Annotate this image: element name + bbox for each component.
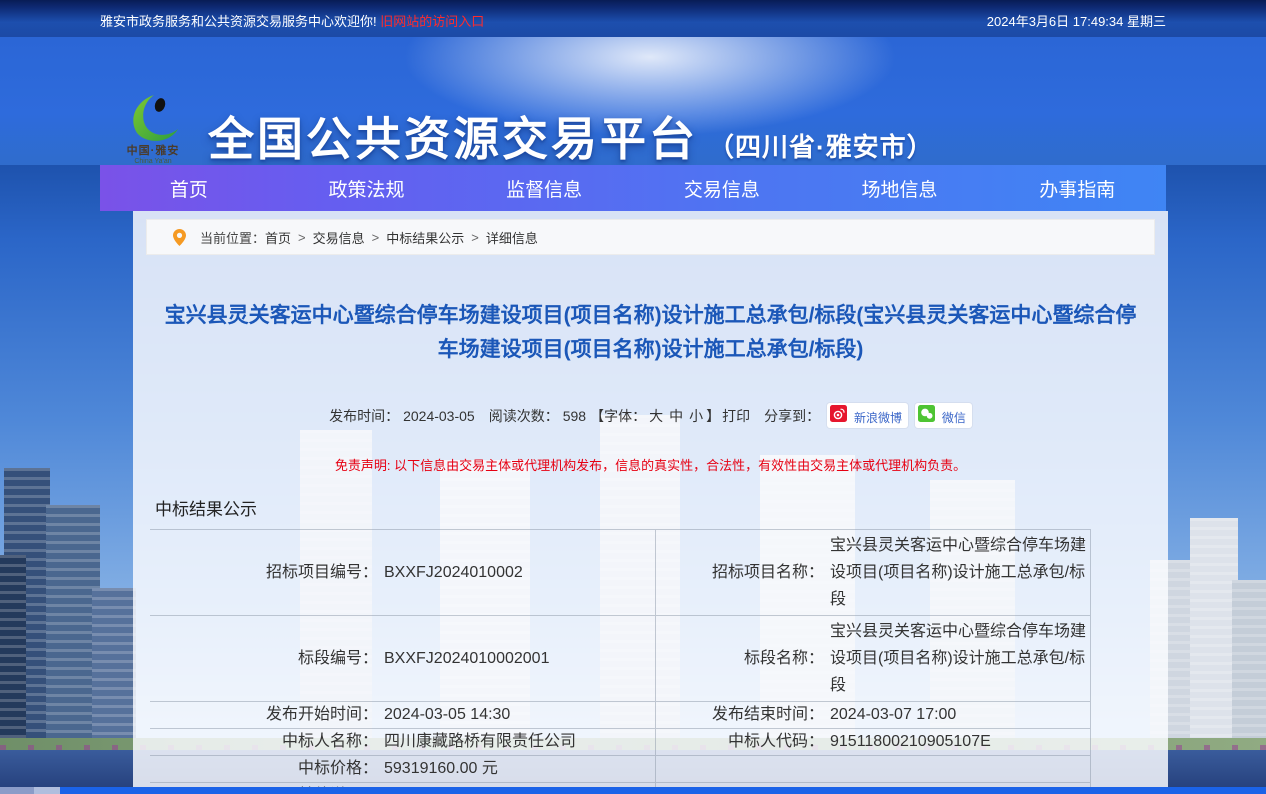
table-row: 发布开始时间： 2024-03-05 14:30 发布结束时间： 2024-03… <box>150 702 1090 729</box>
datetime-text: 2024年3月6日 17:49:34 星期三 <box>987 11 1166 30</box>
logo-subtext: China Ya'an <box>110 157 196 165</box>
breadcrumb-home[interactable]: 首页 <box>265 228 291 247</box>
old-site-link[interactable]: 旧网站的访问入口 <box>380 14 484 29</box>
top-bar: 雅安市政务服务和公共资源交易服务中心欢迎你! 旧网站的访问入口 2024年3月6… <box>0 0 1266 37</box>
nav-item-venue-info[interactable]: 场地信息 <box>811 165 989 211</box>
table-row: 中标人名称： 四川康藏路桥有限责任公司 中标人代码： 9151180021090… <box>150 729 1090 756</box>
weibo-label: 新浪微博 <box>854 409 902 426</box>
article-title: 宝兴县灵关客运中心暨综合停车场建设项目(项目名称)设计施工总承包/标段(宝兴县灵… <box>156 299 1146 367</box>
article-meta: 发布时间： 2024-03-05 阅读次数： 598 【字体： 大 中 小 】 … <box>133 403 1168 428</box>
table-row: 中标价格： 59319160.00 元 <box>150 756 1090 783</box>
breadcrumb-trade-info[interactable]: 交易信息 <box>313 228 365 247</box>
site-title: 全国公共资源交易平台 <box>208 103 698 165</box>
field-value: 宝兴县灵关客运中心暨综合停车场建设项目(项目名称)设计施工总承包/标段 <box>824 532 1090 613</box>
views-value: 598 <box>563 408 586 424</box>
breadcrumb-detail: 详细信息 <box>486 228 538 247</box>
field-value: 91511800210905107E <box>824 729 1090 755</box>
views-label: 阅读次数： <box>489 406 559 426</box>
field-value: BXXFJ2024010002001 <box>378 645 655 672</box>
breadcrumb-prefix: 当前位置： <box>200 228 265 247</box>
wechat-icon <box>918 405 935 422</box>
site-banner: 中国·雅安 China Ya'an 全国公共资源交易平台 （四川省·雅安市） <box>0 37 1266 165</box>
scrollbar-thumb-highlight <box>34 787 60 794</box>
nav-item-home[interactable]: 首页 <box>100 165 278 211</box>
field-label: 中标人名称： <box>150 729 378 755</box>
field-value: 59319160.00 元 <box>378 756 655 782</box>
font-large-button[interactable]: 大 <box>649 406 663 426</box>
building-silhouette <box>1232 580 1266 750</box>
breadcrumb-separator: > <box>372 230 380 245</box>
building-silhouette <box>92 588 136 750</box>
banner-titles: 全国公共资源交易平台 （四川省·雅安市） <box>208 103 934 165</box>
site-logo[interactable]: 中国·雅安 China Ya'an <box>110 93 196 165</box>
font-medium-button[interactable]: 中 <box>669 406 683 426</box>
breadcrumb-separator: > <box>298 230 306 245</box>
building-silhouette <box>0 555 26 750</box>
wechat-label: 微信 <box>942 409 966 426</box>
field-label: 中标人代码： <box>656 729 824 755</box>
welcome-text-group: 雅安市政务服务和公共资源交易服务中心欢迎你! 旧网站的访问入口 <box>100 11 484 30</box>
print-button[interactable]: 打印 <box>722 406 750 426</box>
logo-text: 中国·雅安 <box>110 145 196 157</box>
breadcrumb-bid-results[interactable]: 中标结果公示 <box>386 228 464 247</box>
field-label: 发布开始时间： <box>150 702 378 728</box>
publish-time-value: 2024-03-05 <box>403 408 475 424</box>
field-value: BXXFJ2024010002 <box>378 559 655 586</box>
horizontal-scrollbar[interactable] <box>0 787 1266 794</box>
field-label: 招标项目名称： <box>656 559 824 586</box>
table-row: 招标项目编号： BXXFJ2024010002 招标项目名称： 宝兴县灵关客运中… <box>150 530 1090 616</box>
field-label: 中标价格： <box>150 756 378 782</box>
share-weibo-button[interactable]: 新浪微博 <box>827 403 908 428</box>
section-title: 中标结果公示 <box>155 495 1168 520</box>
share-wechat-button[interactable]: 微信 <box>915 403 972 428</box>
nav-item-trade-info[interactable]: 交易信息 <box>633 165 811 211</box>
share-label: 分享到： <box>764 406 820 426</box>
font-size-open: 【字体： <box>590 406 646 426</box>
welcome-text: 雅安市政务服务和公共资源交易服务中心欢迎你! <box>100 14 377 29</box>
bid-result-table: 招标项目编号： BXXFJ2024010002 招标项目名称： 宝兴县灵关客运中… <box>150 529 1091 794</box>
field-label: 标段编号： <box>150 645 378 672</box>
building-silhouette <box>1190 518 1238 750</box>
field-label: 招标项目编号： <box>150 559 378 586</box>
field-value: 2024-03-07 17:00 <box>824 702 1090 728</box>
logo-leaf-icon <box>124 93 182 145</box>
breadcrumb-separator: > <box>471 230 479 245</box>
location-pin-icon <box>173 229 186 246</box>
field-label: 标段名称： <box>656 645 824 672</box>
site-subtitle: （四川省·雅安市） <box>708 127 934 164</box>
content-panel: 当前位置： 首页 > 交易信息 > 中标结果公示 > 详细信息 宝兴县灵关客运中… <box>133 211 1168 794</box>
field-label: 发布结束时间： <box>656 702 824 728</box>
main-nav: 首页 政策法规 监督信息 交易信息 场地信息 办事指南 <box>100 165 1166 211</box>
field-value: 四川康藏路桥有限责任公司 <box>378 729 655 755</box>
font-size-close: 】 <box>706 406 720 426</box>
nav-item-guide[interactable]: 办事指南 <box>988 165 1166 211</box>
disclaimer-text: 免责声明: 以下信息由交易主体或代理机构发布，信息的真实性，合法性，有效性由交易… <box>133 455 1168 474</box>
nav-item-supervision[interactable]: 监督信息 <box>455 165 633 211</box>
weibo-icon <box>830 405 847 422</box>
table-row: 标段编号： BXXFJ2024010002001 标段名称： 宝兴县灵关客运中心… <box>150 616 1090 702</box>
field-value: 2024-03-05 14:30 <box>378 702 655 728</box>
breadcrumb: 当前位置： 首页 > 交易信息 > 中标结果公示 > 详细信息 <box>146 219 1155 255</box>
nav-item-policies[interactable]: 政策法规 <box>278 165 456 211</box>
publish-time-label: 发布时间： <box>329 406 399 426</box>
scrollbar-thumb[interactable] <box>0 787 34 794</box>
field-value: 宝兴县灵关客运中心暨综合停车场建设项目(项目名称)设计施工总承包/标段 <box>824 618 1090 699</box>
font-small-button[interactable]: 小 <box>689 406 703 426</box>
